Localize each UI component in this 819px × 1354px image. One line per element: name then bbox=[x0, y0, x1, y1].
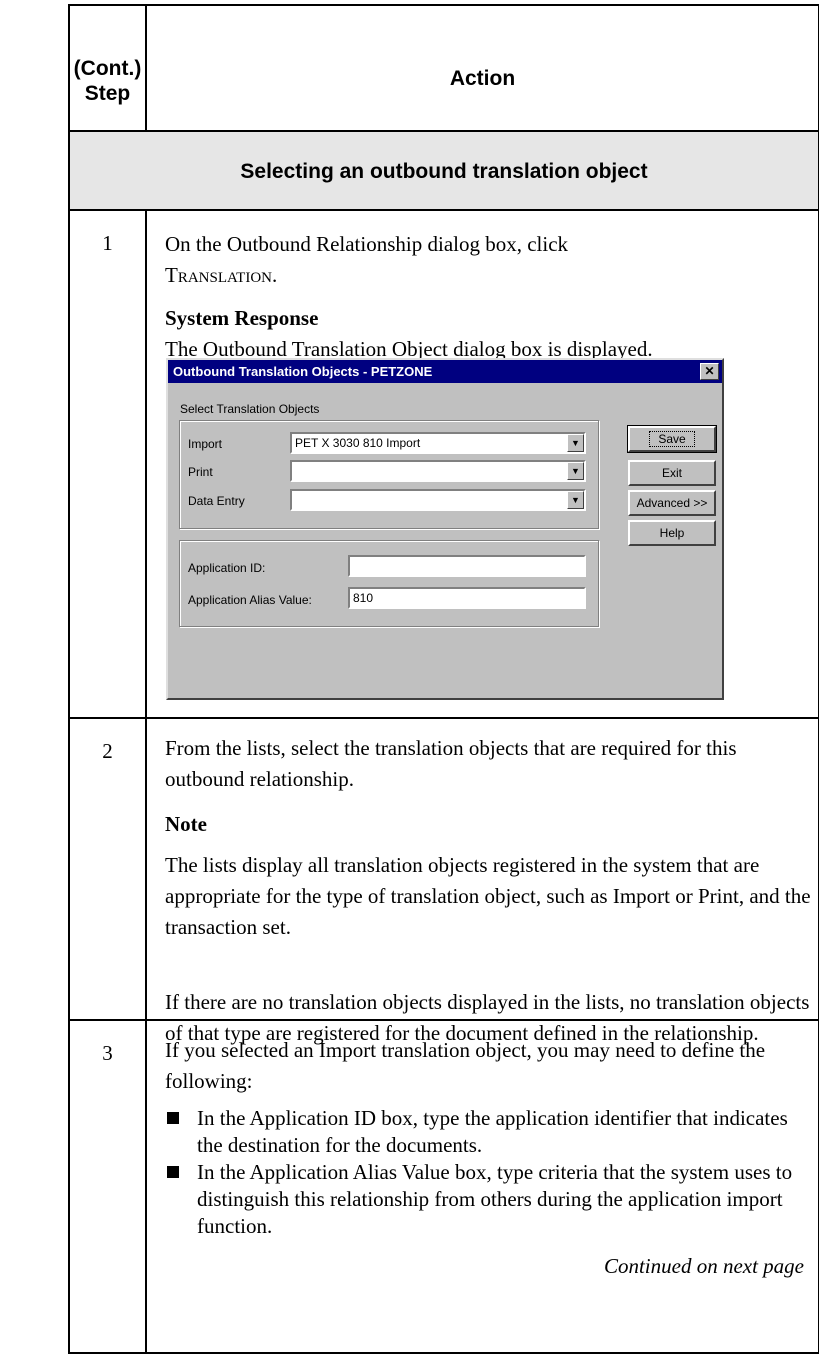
application-id-field[interactable] bbox=[348, 555, 586, 577]
step-text: If you selected an Import translation ob… bbox=[165, 1038, 766, 1093]
list-item: In the Application Alias Value box, type… bbox=[165, 1159, 813, 1240]
import-label: Import bbox=[188, 437, 223, 451]
step-number: 3 bbox=[102, 1041, 113, 1065]
step-number: 2 bbox=[102, 739, 113, 763]
chevron-down-icon[interactable]: ▼ bbox=[567, 491, 584, 509]
application-group bbox=[179, 540, 599, 627]
bullet-square-icon bbox=[167, 1112, 179, 1124]
close-icon[interactable]: ✕ bbox=[700, 363, 719, 380]
alias-value-field[interactable]: 810 bbox=[348, 587, 586, 609]
step-number: 1 bbox=[102, 231, 113, 255]
table-header: (Cont.) Step Action bbox=[70, 6, 818, 132]
note-text: The lists display all translation object… bbox=[165, 853, 811, 939]
bullet-square-icon bbox=[167, 1166, 179, 1178]
table-row: 1 On the Outbound Relationship dialog bo… bbox=[70, 211, 818, 719]
chevron-down-icon[interactable]: ▼ bbox=[567, 462, 584, 480]
section-title: Selecting an outbound translation object bbox=[70, 132, 818, 211]
subheading: System Response bbox=[165, 306, 319, 330]
step-text: From the lists, select the translation o… bbox=[165, 736, 737, 791]
step-text: On the Outbound Relationship dialog box,… bbox=[165, 232, 569, 287]
application-id-label: Application ID: bbox=[188, 561, 266, 575]
data-entry-label: Data Entry bbox=[188, 494, 245, 508]
table-row: 2 From the lists, select the translation… bbox=[70, 719, 818, 1045]
outbound-translation-dialog: Outbound Translation Objects - PETZONE ✕… bbox=[166, 358, 724, 700]
import-dropdown[interactable]: PET X 3030 810 Import ▼ bbox=[290, 432, 586, 454]
alias-value-label: Application Alias Value: bbox=[188, 593, 312, 607]
print-label: Print bbox=[188, 465, 213, 479]
exit-button[interactable]: Exit bbox=[628, 460, 716, 486]
chevron-down-icon[interactable]: ▼ bbox=[567, 434, 584, 452]
data-entry-dropdown[interactable]: ▼ bbox=[290, 489, 586, 511]
continued-note: Continued on next page bbox=[603, 1254, 804, 1278]
group-label: Select Translation Objects bbox=[180, 402, 320, 416]
help-button[interactable]: Help bbox=[628, 520, 716, 546]
step-column-header: (Cont.) Step bbox=[73, 57, 142, 105]
button-reference: Translation bbox=[165, 263, 272, 287]
table-row: 3 If you selected an Import translation … bbox=[70, 1021, 818, 1352]
advanced-button[interactable]: Advanced >> bbox=[628, 490, 716, 516]
bullet-list: In the Application ID box, type the appl… bbox=[165, 1105, 813, 1240]
dialog-title-bar: Outbound Translation Objects - PETZONE ✕ bbox=[168, 360, 722, 383]
action-column-header: Action bbox=[449, 67, 516, 90]
print-dropdown[interactable]: ▼ bbox=[290, 460, 586, 482]
save-button[interactable]: Save bbox=[627, 425, 717, 453]
list-item: In the Application ID box, type the appl… bbox=[165, 1105, 813, 1159]
subheading: Note bbox=[165, 812, 207, 836]
procedure-table: (Cont.) Step Action Selecting an outboun… bbox=[68, 4, 819, 1354]
